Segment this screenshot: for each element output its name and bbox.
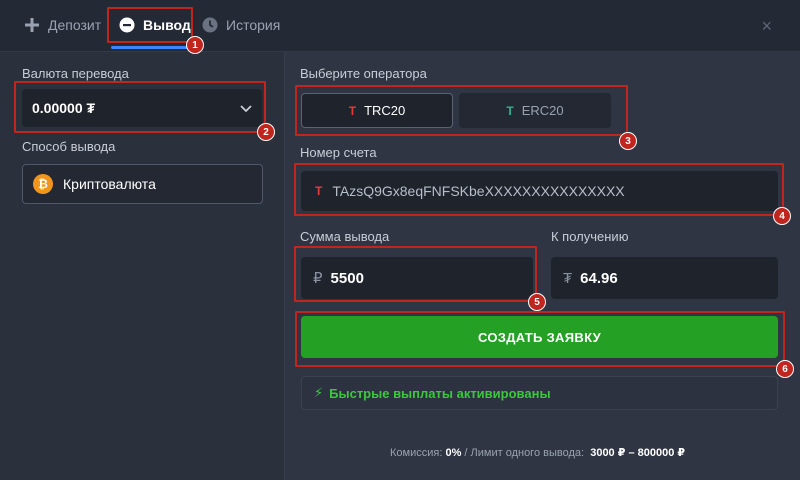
amount-input[interactable]: ₽ 5500 <box>301 257 533 299</box>
commission-prefix: Комиссия: <box>390 447 443 459</box>
lightning-icon: ⚡ <box>314 385 324 400</box>
chevron-down-icon <box>240 100 252 116</box>
account-input[interactable]: T TAzsQ9Gx8eqFNFSKbeXXXXXXXXXXXXXXX <box>301 171 778 211</box>
tron-icon: T <box>315 184 323 198</box>
tab-label: Вывод <box>143 17 191 33</box>
receive-value: 64.96 <box>580 269 618 287</box>
tron-icon: T <box>348 103 357 118</box>
callout-badge-6: 6 <box>776 360 794 378</box>
tab-history[interactable]: История <box>202 0 280 50</box>
bitcoin-icon: ₿ <box>33 174 53 194</box>
tether-symbol-icon: ₮ <box>563 269 573 287</box>
receive-field: ₮ 64.96 <box>551 257 778 299</box>
method-button-crypto[interactable]: ₿ Криптовалюта <box>22 164 263 204</box>
commission-value: 0% <box>445 447 462 459</box>
currency-value: 0.00000 ₮ <box>32 100 96 116</box>
minus-circle-icon <box>119 17 135 33</box>
tab-withdraw[interactable]: Вывод <box>119 0 191 50</box>
fast-payout-label: Быстрые выплаты активированы <box>329 385 551 401</box>
create-request-button[interactable]: СОЗДАТЬ ЗАЯВКУ <box>301 316 778 358</box>
currency-label: Валюта перевода <box>22 66 129 81</box>
callout-badge-5: 5 <box>528 293 546 311</box>
operator-erc20-button[interactable]: T ERC20 <box>459 93 611 128</box>
receive-label: К получению <box>551 229 629 244</box>
fast-payout-banner: ⚡ Быстрые выплаты активированы <box>301 376 778 410</box>
method-label: Способ вывода <box>22 139 116 154</box>
tab-label: Депозит <box>48 17 102 33</box>
tab-label: История <box>226 17 281 33</box>
operator-trc20-button[interactable]: T TRC20 <box>301 93 453 128</box>
top-bar: Депозит Вывод История × <box>0 0 800 52</box>
active-tab-indicator <box>111 46 197 49</box>
limit-value: 3000 ₽ – 800000 ₽ <box>590 447 686 459</box>
amount-label: Сумма вывода <box>300 229 390 244</box>
tether-icon: T <box>506 103 514 118</box>
limit-prefix: / Лимит одного вывода: <box>464 447 585 459</box>
tab-deposit[interactable]: Депозит <box>24 0 101 50</box>
operator-label: Выберите оператора <box>300 66 427 81</box>
callout-badge-1: 1 <box>186 36 204 54</box>
footer-info: Комиссия: 0% / Лимит одного вывода: 3000… <box>390 446 685 459</box>
ruble-icon: ₽ <box>313 270 323 287</box>
account-value: TAzsQ9Gx8eqFNFSKbeXXXXXXXXXXXXXXX <box>332 183 625 199</box>
operator-label-text: ERC20 <box>521 103 564 118</box>
account-label: Номер счета <box>300 145 377 160</box>
close-icon[interactable]: × <box>761 16 772 37</box>
plus-icon <box>24 17 40 33</box>
callout-badge-4: 4 <box>773 207 791 225</box>
currency-select[interactable]: 0.00000 ₮ <box>22 89 262 127</box>
method-value: Криптовалюта <box>63 176 156 192</box>
operator-label-text: TRC20 <box>364 103 406 118</box>
callout-badge-3: 3 <box>619 132 637 150</box>
amount-value: 5500 <box>330 269 364 287</box>
callout-badge-2: 2 <box>257 123 275 141</box>
clock-icon <box>202 17 218 33</box>
